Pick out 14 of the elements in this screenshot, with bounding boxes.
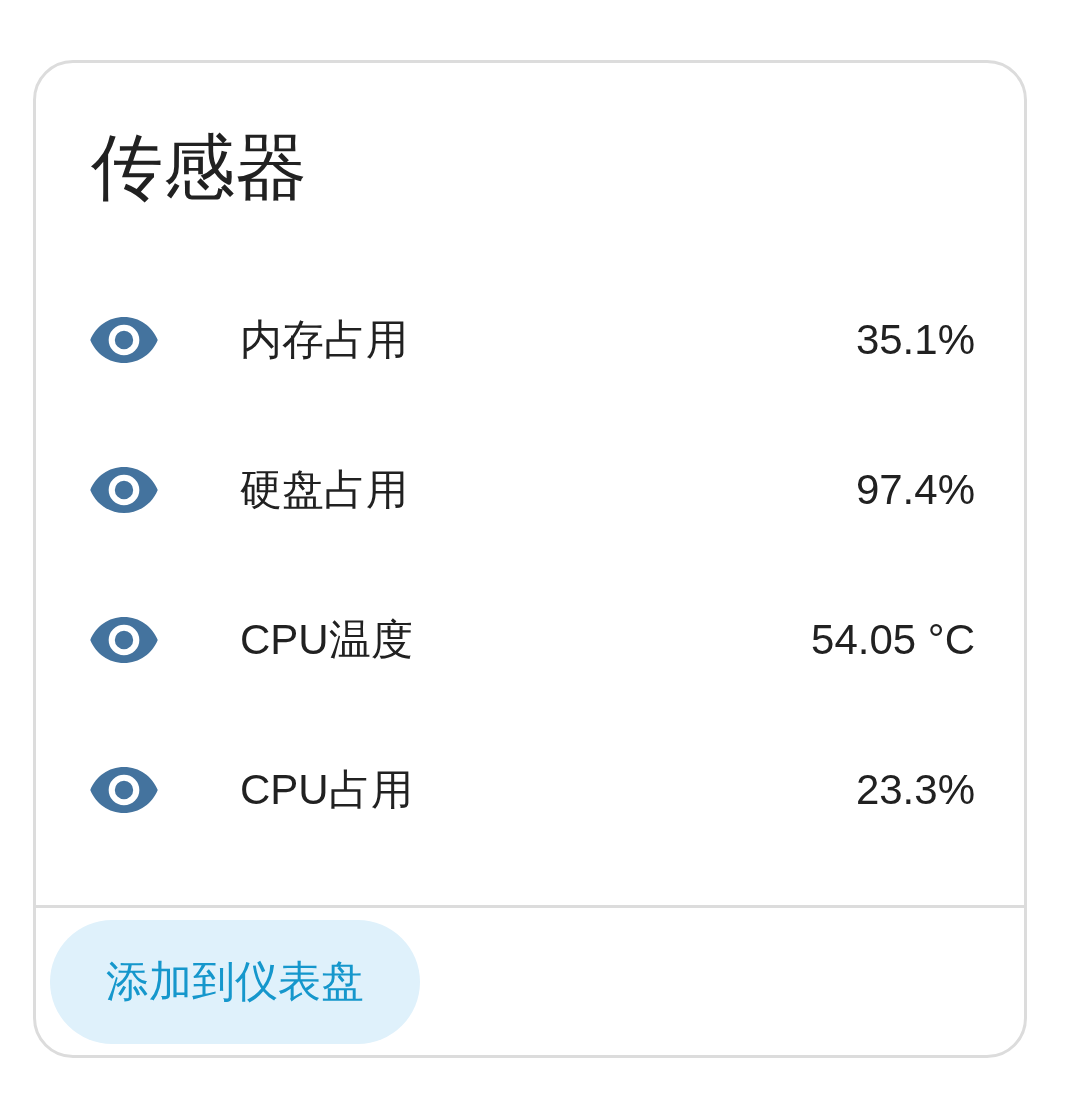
sensor-value: 23.3% [855, 765, 975, 815]
sensor-name: CPU温度 [240, 615, 413, 665]
eye-icon [90, 467, 158, 513]
sensor-value: 97.4% [855, 465, 975, 515]
eye-icon [90, 767, 158, 813]
eye-icon [90, 317, 158, 363]
sensor-name: 内存占用 [240, 315, 408, 365]
eye-icon [90, 617, 158, 663]
card-title: 传感器 [91, 126, 307, 209]
sensor-name: 硬盘占用 [240, 465, 408, 515]
sensor-value: 54.05 °C [811, 615, 975, 665]
sensor-value: 35.1% [855, 315, 975, 365]
add-to-dashboard-button[interactable]: 添加到仪表盘 [50, 920, 420, 1044]
sensor-name: CPU占用 [240, 765, 413, 815]
